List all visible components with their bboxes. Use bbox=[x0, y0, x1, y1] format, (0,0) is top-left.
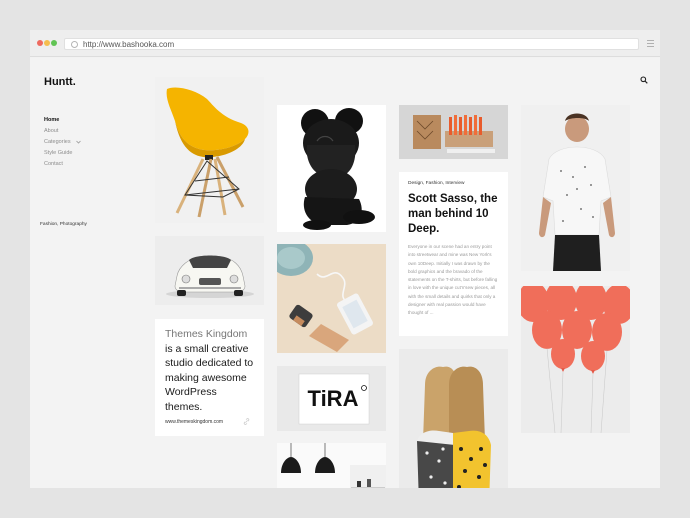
themes-kingdom-card[interactable]: Themes Kingdom is a small creative studi… bbox=[155, 319, 264, 436]
twins-fashion-photo[interactable] bbox=[399, 349, 508, 488]
nav-item-style-guide[interactable]: Style Guide bbox=[44, 148, 81, 159]
main-nav: Home About Categories Style Guide Contac… bbox=[44, 115, 81, 170]
close-window-button[interactable] bbox=[37, 40, 43, 46]
man-tshirt-photo[interactable] bbox=[521, 105, 630, 271]
post-excerpt: Everyone in our scene had an entry point… bbox=[408, 244, 498, 316]
search-icon[interactable] bbox=[640, 76, 648, 84]
photo-post-tags[interactable]: Fashion, Photography bbox=[40, 222, 87, 227]
page-content: Huntt. Home About Categories Style Guide… bbox=[30, 58, 660, 488]
scott-sasso-post-card[interactable]: Design, Fashion, Interview Scott Sasso, … bbox=[399, 172, 508, 336]
site-logo[interactable]: Huntt. bbox=[44, 76, 76, 88]
browser-window: http://www.bashooka.com Huntt. Home Abou… bbox=[30, 30, 660, 488]
pendant-lamps-photo[interactable] bbox=[277, 443, 386, 488]
maximize-window-button[interactable] bbox=[51, 40, 57, 46]
chair-image bbox=[166, 87, 249, 218]
chair-photo[interactable] bbox=[155, 77, 264, 223]
tira-image: TiRA bbox=[277, 366, 386, 431]
lamps-image bbox=[277, 443, 386, 488]
tira-logo-photo[interactable]: TiRA bbox=[277, 366, 386, 431]
tira-logo-text: TiRA bbox=[308, 386, 359, 411]
chevron-down-icon bbox=[76, 140, 81, 144]
minimize-window-button[interactable] bbox=[44, 40, 50, 46]
vintage-car-photo[interactable] bbox=[155, 236, 264, 305]
nav-item-categories-label: Categories bbox=[44, 139, 71, 145]
menu-icon[interactable] bbox=[647, 40, 654, 47]
balloons-image bbox=[521, 286, 630, 433]
themes-kingdom-text: Themes Kingdom is a small creative studi… bbox=[165, 327, 254, 414]
address-url: http://www.bashooka.com bbox=[83, 40, 175, 49]
globe-icon bbox=[71, 41, 78, 48]
post-tags[interactable]: Design, Fashion, Interview bbox=[408, 181, 499, 186]
pencil-box-image bbox=[399, 105, 508, 159]
link-icon bbox=[243, 418, 250, 425]
browser-toolbar: http://www.bashooka.com bbox=[30, 30, 660, 57]
pencil-box-photo[interactable] bbox=[399, 105, 508, 159]
car-image bbox=[155, 236, 264, 305]
red-balloons-photo[interactable] bbox=[521, 286, 630, 433]
man-image bbox=[521, 105, 630, 271]
figure-image bbox=[301, 108, 375, 230]
nav-item-home[interactable]: Home bbox=[44, 115, 81, 126]
nav-item-contact[interactable]: Contact bbox=[44, 159, 81, 170]
themes-kingdom-link[interactable]: www.themeskingdom.com bbox=[165, 419, 223, 425]
address-bar[interactable]: http://www.bashooka.com bbox=[64, 38, 639, 50]
nav-item-about[interactable]: About bbox=[44, 126, 81, 137]
themes-kingdom-brand: Themes Kingdom bbox=[165, 328, 248, 340]
twins-image bbox=[399, 349, 508, 488]
themes-kingdom-description: is a small creative studio dedicated to … bbox=[165, 342, 254, 413]
nav-item-categories[interactable]: Categories bbox=[44, 137, 81, 148]
desk-flatlay-photo[interactable] bbox=[277, 244, 386, 353]
desk-image bbox=[277, 244, 386, 353]
kaws-figure-photo[interactable] bbox=[277, 105, 386, 232]
post-title[interactable]: Scott Sasso, the man behind 10 Deep. bbox=[408, 192, 499, 237]
